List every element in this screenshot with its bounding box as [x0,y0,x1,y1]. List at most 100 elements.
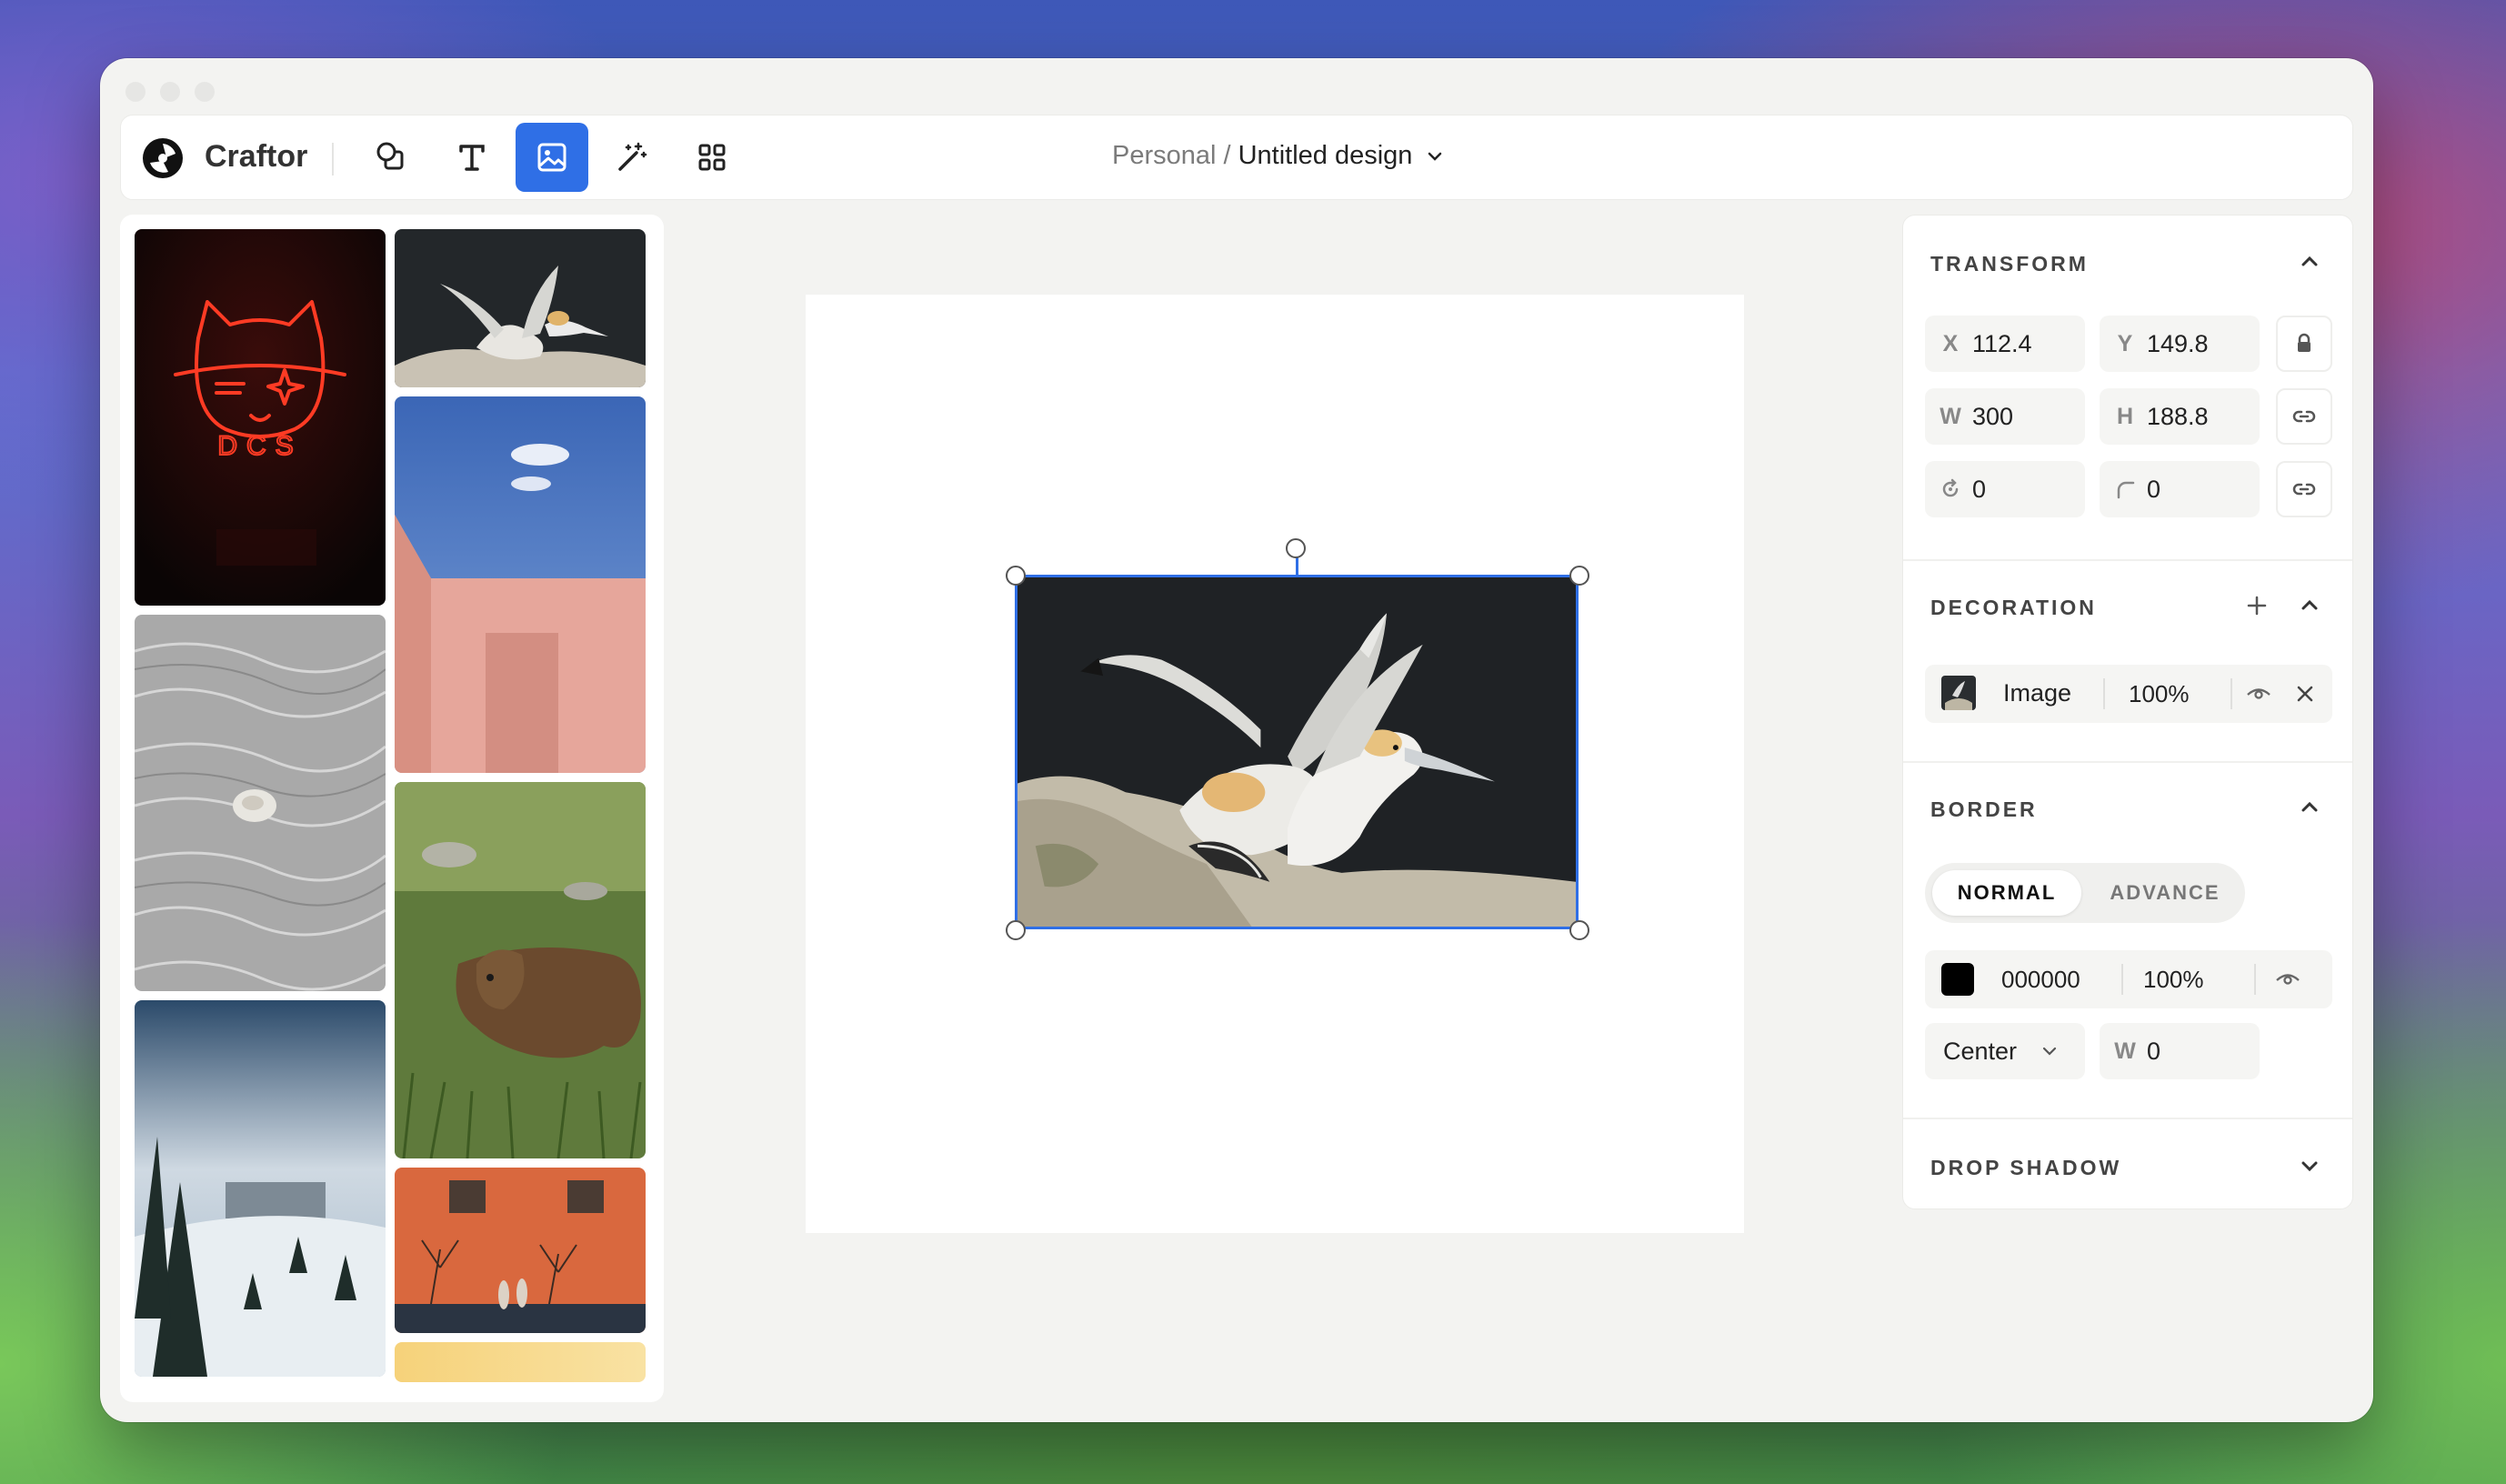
border-mode-advance[interactable]: ADVANCE [2092,870,2238,916]
grid-icon [698,144,726,171]
eye-icon[interactable] [2245,680,2272,707]
gallery-image-orange-wall[interactable] [395,1168,646,1333]
shapes-icon [376,142,404,170]
chevron-down-icon[interactable] [2298,1154,2321,1178]
corner-radius-field[interactable]: 0 [2100,461,2260,517]
x-position-field[interactable]: X 112.4 [1925,316,2085,372]
chevron-up-icon[interactable] [2298,250,2321,274]
y-label: Y [2117,330,2133,356]
neon-text: DCS [217,431,302,461]
maximize-window-button[interactable] [195,82,215,102]
decoration-layer-name: Image [2003,679,2072,707]
rotation-icon [1929,477,1972,501]
transform-section-title: TRANSFORM [1930,252,2089,276]
w-label: W [1940,403,1961,429]
separator [2121,964,2123,995]
craftor-logo-icon [143,138,183,178]
magic-tool-button[interactable] [596,123,668,192]
rotation-value[interactable]: 0 [1972,476,1986,504]
shapes-tool-button[interactable] [356,123,428,192]
gallery-image-neon-cat[interactable]: DCS [135,229,386,606]
resize-handle-top-right[interactable] [1569,566,1589,586]
border-width-field[interactable]: W 0 [2100,1023,2260,1079]
document-title[interactable]: Untitled design [1238,141,1413,171]
app-name: Craftor [205,139,308,174]
minimize-window-button[interactable] [160,82,180,102]
add-decoration-icon[interactable] [2243,592,2270,619]
resize-handle-top-left[interactable] [1006,566,1026,586]
height-field[interactable]: H 188.8 [2100,388,2260,445]
decoration-thumbnail [1941,676,1976,710]
properties-panel: TRANSFORM X 112.4 Y 149.8 W 300 H 188.8 [1902,215,2353,1209]
gallery-image-yellow[interactable] [395,1342,646,1382]
breadcrumb-workspace[interactable]: Personal / [1112,141,1231,171]
x-value[interactable]: 112.4 [1972,330,2032,358]
chevron-down-icon[interactable] [2040,1042,2059,1060]
decoration-image-row[interactable]: Image 100% [1925,665,2332,723]
border-position-select[interactable]: Center [1925,1023,2085,1079]
chevron-up-icon[interactable] [2298,594,2321,617]
border-width-value[interactable]: 0 [2147,1038,2160,1066]
drop-shadow-section-title[interactable]: DROP SHADOW [1930,1156,2121,1180]
link-radius-button[interactable] [2276,461,2332,517]
selected-image-gannets[interactable] [1015,575,1579,929]
lock-icon [2298,333,2311,352]
gannets-image [1017,577,1576,927]
orange-wall-image [395,1168,646,1333]
snowy-forest-image [135,1000,386,1377]
yellow-image [395,1342,646,1382]
text-tool-button[interactable] [436,123,508,192]
border-position-value[interactable]: Center [1943,1038,2017,1066]
image-tool-button[interactable] [516,123,588,192]
h-value[interactable]: 188.8 [2147,403,2209,431]
y-position-field[interactable]: Y 149.8 [2100,316,2260,372]
gallery-image-gannets[interactable] [395,229,646,387]
close-icon[interactable] [2292,681,2318,707]
image-gallery-panel: DCS [120,215,664,1402]
border-opacity[interactable]: 100% [2143,966,2204,994]
section-divider [1903,559,2352,561]
rotation-field[interactable]: 0 [1925,461,2085,517]
chevron-up-icon[interactable] [2298,796,2321,819]
width-field[interactable]: W 300 [1925,388,2085,445]
components-tool-button[interactable] [676,123,748,192]
close-window-button[interactable] [125,82,145,102]
breadcrumb[interactable]: Personal / Untitled design [1112,141,1445,171]
w-value[interactable]: 300 [1972,403,2013,431]
section-divider [1903,1118,2352,1119]
gallery-image-bear[interactable] [395,782,646,1158]
link-dimensions-button[interactable] [2276,388,2332,445]
border-mode-normal[interactable]: NORMAL [1932,870,2081,916]
resize-handle-bottom-right[interactable] [1569,920,1589,940]
h-label: H [2116,403,2134,429]
border-mode-toggle: NORMAL ADVANCE [1925,863,2245,923]
pink-wall-image [395,396,646,773]
border-width-label: W [2114,1038,2136,1064]
border-color-hex[interactable]: 000000 [2001,966,2080,994]
resize-handle-bottom-left[interactable] [1006,920,1026,940]
shell-water-image [135,615,386,991]
border-color-row[interactable]: 000000 100% [1925,950,2332,1008]
top-toolbar: Craftor Personal / Untitled design [120,115,2353,200]
window-controls [125,82,215,102]
y-value[interactable]: 149.8 [2147,330,2209,358]
gallery-image-shell-water[interactable] [135,615,386,991]
gannets-thumbnail-image [395,229,646,387]
decoration-opacity[interactable]: 100% [2129,680,2190,708]
gallery-image-snowy-forest[interactable] [135,1000,386,1377]
text-icon [459,145,485,171]
rotation-handle[interactable] [1286,538,1306,558]
eye-icon[interactable] [2274,966,2301,993]
neon-cat-image: DCS [135,229,386,606]
border-section-title: BORDER [1930,797,2038,821]
border-color-swatch[interactable] [1941,963,1974,996]
decoration-section-title: DECORATION [1930,596,2097,619]
lock-position-button[interactable] [2276,316,2332,372]
chevron-down-icon[interactable] [1425,146,1445,166]
radius-value[interactable]: 0 [2147,476,2160,504]
separator [2254,964,2256,995]
bear-image [395,782,646,1158]
x-label: X [1942,330,1959,356]
magic-wand-icon [618,142,647,171]
gallery-image-pink-wall[interactable] [395,396,646,773]
